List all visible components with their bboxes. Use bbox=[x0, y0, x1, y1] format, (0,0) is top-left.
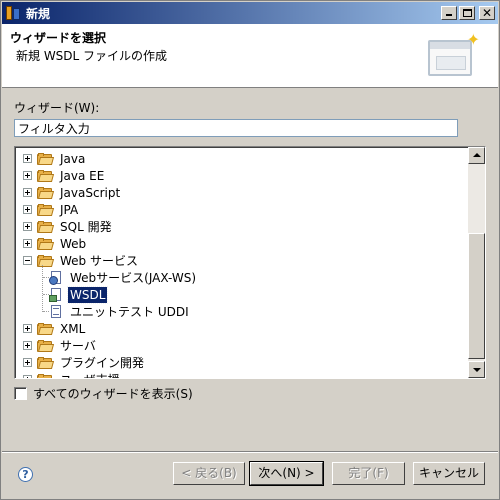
collapse-icon[interactable] bbox=[23, 256, 32, 265]
tree-folder-item[interactable]: Java EE bbox=[23, 167, 106, 184]
wizards-label: ウィザード(W): bbox=[14, 101, 100, 115]
tree-connector-line bbox=[43, 311, 49, 312]
tree-item-label: XML bbox=[60, 321, 86, 336]
wizard-banner: ウィザードを選択 新規 WSDL ファイルの作成 ✦ bbox=[2, 24, 498, 88]
tree-item-label: JavaScript bbox=[60, 185, 121, 200]
folder-icon bbox=[37, 220, 55, 233]
scroll-thumb[interactable] bbox=[468, 233, 485, 359]
scroll-down-button[interactable] bbox=[468, 361, 485, 378]
cancel-button[interactable]: キャンセル bbox=[413, 462, 485, 485]
folder-icon bbox=[37, 339, 55, 352]
show-all-wizards[interactable]: すべてのウィザードを表示(S) bbox=[14, 385, 193, 402]
folder-icon bbox=[37, 169, 55, 182]
web-service-icon bbox=[49, 270, 63, 286]
tree-folder-item[interactable]: Java bbox=[23, 150, 87, 167]
tree-folder-item[interactable]: Web bbox=[23, 235, 88, 252]
tree-child-item[interactable]: Webサービス(JAX-WS) bbox=[49, 269, 198, 286]
expand-icon[interactable] bbox=[23, 205, 32, 214]
show-all-wizards-label[interactable]: すべてのウィザードを表示(S) bbox=[33, 385, 193, 402]
close-button[interactable]: ✕ bbox=[479, 6, 495, 20]
new-wizard-banner-icon: ✦ bbox=[424, 32, 480, 82]
tree-folder-item[interactable]: ユーザ支援 bbox=[23, 370, 122, 378]
tree-folder-item[interactable]: XML bbox=[23, 320, 87, 337]
tree-folder-item[interactable]: Web サービス bbox=[23, 252, 140, 269]
minimize-button[interactable] bbox=[441, 6, 457, 20]
expand-icon[interactable] bbox=[23, 222, 32, 231]
tree-connector-line bbox=[42, 265, 43, 312]
tree-child-item[interactable]: WSDL bbox=[49, 285, 109, 304]
tree-vertical-scrollbar[interactable] bbox=[468, 147, 485, 378]
folder-icon bbox=[37, 322, 55, 335]
show-all-wizards-checkbox[interactable] bbox=[14, 387, 27, 400]
tree-item-label: Webサービス(JAX-WS) bbox=[70, 271, 197, 285]
expand-icon[interactable] bbox=[23, 375, 32, 378]
next-button[interactable]: 次へ(N) > bbox=[249, 461, 324, 486]
expand-icon[interactable] bbox=[23, 324, 32, 333]
title-bar[interactable]: 新規 ✕ bbox=[2, 2, 498, 24]
back-button[interactable]: < 戻る(B) bbox=[173, 462, 245, 485]
arrow-up-icon bbox=[473, 153, 481, 157]
folder-icon bbox=[37, 186, 55, 199]
finish-button[interactable]: 完了(F) bbox=[332, 462, 405, 485]
expand-icon[interactable] bbox=[23, 239, 32, 248]
maximize-icon bbox=[463, 9, 472, 17]
wsdl-file-icon bbox=[49, 287, 63, 303]
close-icon: ✕ bbox=[481, 6, 493, 20]
tree-item-label: ユーザ支援 bbox=[58, 370, 122, 378]
expand-icon[interactable] bbox=[23, 154, 32, 163]
tree-item-label: Java bbox=[60, 151, 86, 166]
minimize-icon bbox=[446, 14, 452, 16]
uddi-file-icon bbox=[49, 304, 63, 320]
expand-icon[interactable] bbox=[23, 341, 32, 350]
folder-icon bbox=[37, 152, 55, 165]
maximize-button[interactable] bbox=[459, 6, 475, 20]
tree-item-label: WSDL bbox=[66, 285, 109, 304]
folder-icon bbox=[37, 237, 55, 250]
eclipse-app-icon bbox=[5, 5, 21, 21]
folder-icon bbox=[37, 373, 55, 378]
tree-connector-line bbox=[43, 277, 49, 278]
help-icon[interactable]: ? bbox=[18, 467, 33, 482]
tree-item-label: ユニットテスト UDDI bbox=[70, 305, 189, 319]
tree-folder-item[interactable]: JavaScript bbox=[23, 184, 122, 201]
arrow-down-icon bbox=[473, 368, 481, 372]
banner-description: 新規 WSDL ファイルの作成 bbox=[16, 49, 168, 63]
tree-child-item[interactable]: ユニットテスト UDDI bbox=[49, 303, 191, 320]
wizard-tree[interactable]: Java Java EE JavaScript JPA SQL 開発 Web Web サービ… bbox=[14, 146, 486, 379]
tree-connector-line bbox=[43, 294, 49, 295]
tree-folder-item[interactable]: サーバ bbox=[23, 337, 98, 354]
new-wizard-dialog: 新規 ✕ ウィザードを選択 新規 WSDL ファイルの作成 ✦ ウィザード(W)… bbox=[0, 0, 500, 500]
wizard-tree-content: Java Java EE JavaScript JPA SQL 開発 Web Web サービ… bbox=[17, 149, 467, 378]
expand-icon[interactable] bbox=[23, 171, 32, 180]
button-bar-separator bbox=[2, 451, 498, 453]
tree-item-label: JPA bbox=[60, 202, 79, 217]
expand-icon[interactable] bbox=[23, 358, 32, 367]
tree-item-label: Java EE bbox=[60, 168, 105, 183]
banner-title: ウィザードを選択 bbox=[10, 31, 107, 45]
folder-icon bbox=[37, 254, 55, 267]
wizard-filter-input[interactable] bbox=[14, 119, 458, 137]
tree-folder-item[interactable]: SQL 開発 bbox=[23, 218, 114, 235]
tree-item-label: Web bbox=[60, 236, 87, 251]
sparkle-icon: ✦ bbox=[466, 30, 480, 49]
tree-folder-item[interactable]: プラグイン開発 bbox=[23, 354, 146, 371]
folder-icon bbox=[37, 203, 55, 216]
folder-icon bbox=[37, 356, 55, 369]
tree-item-label: SQL 開発 bbox=[60, 220, 112, 234]
window-title: 新規 bbox=[26, 6, 51, 21]
expand-icon[interactable] bbox=[23, 188, 32, 197]
tree-folder-item[interactable]: JPA bbox=[23, 201, 80, 218]
scroll-up-button[interactable] bbox=[468, 147, 485, 164]
